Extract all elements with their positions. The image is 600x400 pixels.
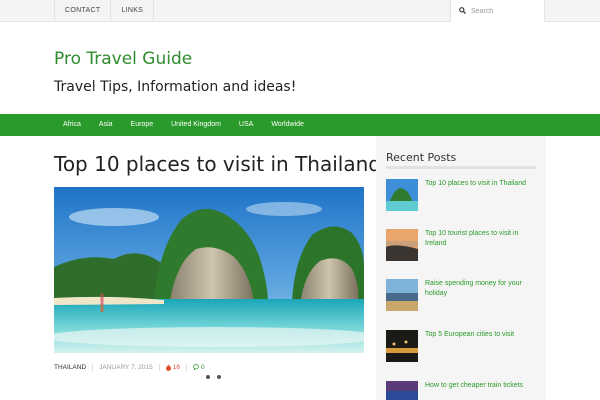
post-likes[interactable]: 16 bbox=[165, 363, 180, 371]
recent-post-link[interactable]: Top 10 places to visit in Thailand bbox=[425, 179, 540, 189]
slider-dot[interactable] bbox=[217, 375, 221, 379]
recent-post-link[interactable]: How to get cheaper train tickets bbox=[425, 381, 540, 391]
nav-item-asia[interactable]: Asia bbox=[90, 114, 122, 136]
top-nav: CONTACT LINKS bbox=[54, 0, 155, 22]
recent-post-thumbnail[interactable] bbox=[386, 381, 418, 400]
likes-count: 16 bbox=[172, 363, 180, 371]
post-title[interactable]: Top 10 places to visit in Thailand bbox=[54, 152, 381, 176]
search-box bbox=[450, 0, 545, 22]
comments-count: 0 bbox=[201, 363, 205, 371]
recent-post-thumbnail[interactable] bbox=[386, 279, 418, 311]
recent-posts-title: Recent Posts bbox=[386, 151, 457, 164]
comment-icon bbox=[193, 364, 199, 370]
recent-post-item[interactable]: Top 10 tourist places to visit in Irelan… bbox=[386, 229, 536, 261]
flame-icon bbox=[165, 363, 171, 371]
meta-divider bbox=[92, 363, 94, 371]
top-bar: CONTACT LINKS bbox=[0, 0, 600, 22]
contact-link[interactable]: CONTACT bbox=[54, 0, 110, 22]
post-meta: THAILAND JANUARY 7, 2015 16 0 bbox=[54, 362, 205, 372]
slider-dot[interactable] bbox=[206, 375, 210, 379]
nav-item-africa[interactable]: Africa bbox=[54, 114, 90, 136]
recent-post-item[interactable]: Raise spending money for your holiday bbox=[386, 279, 536, 311]
recent-post-thumbnail[interactable] bbox=[386, 179, 418, 211]
nav-item-europe[interactable]: Europe bbox=[122, 114, 163, 136]
recent-post-item[interactable]: How to get cheaper train tickets bbox=[386, 381, 536, 400]
nav-item-worldwide[interactable]: Worldwide bbox=[262, 114, 313, 136]
recent-posts-divider bbox=[386, 166, 536, 169]
nav-item-united-kingdom[interactable]: United Kingdom bbox=[162, 114, 230, 136]
recent-post-link[interactable]: Raise spending money for your holiday bbox=[425, 279, 540, 299]
post-date: JANUARY 7, 2015 bbox=[99, 363, 153, 371]
post-category[interactable]: THAILAND bbox=[54, 364, 86, 371]
recent-post-link[interactable]: Top 5 European cities to visit bbox=[425, 330, 540, 340]
main-nav: Africa Asia Europe United Kingdom USA Wo… bbox=[0, 114, 600, 136]
featured-image[interactable] bbox=[54, 187, 364, 353]
sidebar: Recent Posts Top 10 places to visit in T… bbox=[376, 136, 546, 400]
site-title[interactable]: Pro Travel Guide bbox=[54, 49, 192, 69]
recent-post-thumbnail[interactable] bbox=[386, 330, 418, 362]
links-link[interactable]: LINKS bbox=[110, 0, 155, 22]
post-comments[interactable]: 0 bbox=[193, 364, 205, 371]
meta-divider bbox=[158, 363, 160, 371]
search-icon[interactable] bbox=[459, 7, 466, 14]
search-input[interactable] bbox=[471, 4, 541, 18]
nav-item-usa[interactable]: USA bbox=[230, 114, 262, 136]
recent-post-thumbnail[interactable] bbox=[386, 229, 418, 261]
recent-post-item[interactable]: Top 10 places to visit in Thailand bbox=[386, 179, 536, 211]
meta-divider bbox=[186, 363, 187, 371]
slider-pagination bbox=[206, 375, 221, 379]
recent-post-link[interactable]: Top 10 tourist places to visit in Irelan… bbox=[425, 229, 540, 249]
site-tagline: Travel Tips, Information and ideas! bbox=[54, 79, 297, 95]
recent-post-item[interactable]: Top 5 European cities to visit bbox=[386, 330, 536, 362]
